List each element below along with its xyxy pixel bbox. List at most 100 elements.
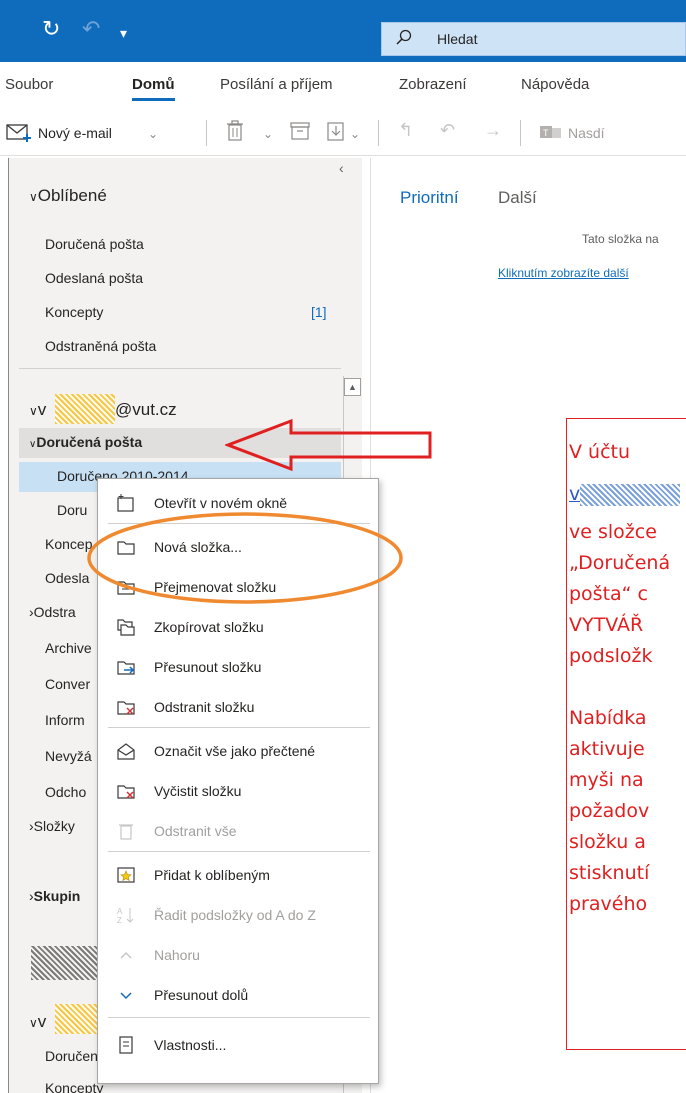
menu-delete-all[interactable]: Odstranit vše [98, 813, 378, 849]
new-email-icon[interactable] [6, 122, 32, 142]
account-inbox-folder[interactable]: ∨Doručená pošta [29, 434, 142, 450]
menu-separator [108, 1017, 370, 1018]
annotation-line: VYTVÁŘ [569, 614, 644, 636]
folder-archive[interactable]: Archive [45, 640, 92, 656]
chevron-down-icon: ∨ [29, 404, 38, 418]
folder-sent[interactable]: Odesla [45, 570, 89, 586]
annotation-note: V účtu v ve složce „Doručená pošta“ c VY… [566, 418, 686, 1050]
share-teams-button[interactable]: Nasdí [568, 125, 605, 141]
tab-focused[interactable]: Prioritní [400, 188, 459, 208]
teams-share-icon[interactable]: T [540, 122, 562, 142]
folder-conversation[interactable]: Conver [45, 676, 90, 692]
account2-drafts[interactable]: Koncepty [45, 1080, 103, 1093]
menu-mark-all-read[interactable]: Označit vše jako přečtené [98, 733, 378, 769]
folder-info-text: Tato složka na [582, 232, 659, 246]
annotation-line: „Doručená [569, 552, 671, 574]
menu-move-down[interactable]: Přesunout dolů [98, 977, 378, 1013]
favorite-drafts[interactable]: Koncepty [45, 304, 103, 320]
move-dropdown-icon[interactable]: ⌄ [350, 124, 360, 144]
delete-folder-icon [117, 701, 135, 715]
folder-info[interactable]: Inform [45, 712, 85, 728]
reply-icon[interactable]: ↰ [398, 120, 413, 140]
annotation-line: složku a [569, 831, 646, 853]
redacted-account-mask [31, 946, 101, 980]
title-bar: ↻ ↶ ▾ Hledat [0, 0, 686, 62]
folder-deleted[interactable]: ›Odstra [29, 604, 76, 620]
delete-icon[interactable] [226, 120, 244, 142]
search-placeholder: Hledat [437, 31, 478, 47]
tab-posilani[interactable]: Posílání a příjem [220, 76, 333, 93]
annotation-line: stisknutí [569, 862, 650, 884]
menu-clean-folder[interactable]: Vyčistit složku [98, 773, 378, 809]
delete-dropdown-icon[interactable]: ⌄ [263, 124, 273, 144]
undo-icon[interactable]: ↶ [82, 18, 100, 40]
archive-icon[interactable] [290, 122, 310, 140]
add-favorite-icon [117, 867, 135, 883]
chevron-down-icon: ∨ [29, 1016, 38, 1030]
favorite-sent[interactable]: Odeslaná pošta [45, 270, 143, 286]
search-icon [396, 29, 412, 45]
forward-icon[interactable]: → [484, 120, 502, 140]
move-down-icon [120, 992, 132, 1000]
quick-access-dropdown-icon[interactable]: ▾ [120, 22, 127, 44]
section-divider [19, 368, 341, 369]
annotation-line: požadov [569, 800, 650, 822]
sync-icon[interactable]: ↻ [42, 18, 60, 40]
menu-separator [108, 851, 370, 852]
account2-header[interactable]: ∨v [29, 1012, 46, 1032]
favorites-header[interactable]: ∨Oblíbené [29, 186, 107, 206]
tab-domu[interactable]: Domů [132, 76, 175, 101]
tab-other[interactable]: Další [498, 188, 537, 208]
favorite-inbox[interactable]: Doručená pošta [45, 236, 144, 252]
move-up-icon [120, 951, 132, 959]
favorite-deleted[interactable]: Odstraněná pošta [45, 338, 156, 354]
chevron-down-icon: ∨ [29, 190, 38, 204]
search-box[interactable]: Hledat [381, 22, 686, 56]
toolbar-separator [206, 120, 207, 146]
menu-properties[interactable]: Vlastnosti... [98, 1027, 378, 1063]
tab-napoveda[interactable]: Nápověda [521, 76, 589, 93]
reply-all-icon[interactable]: ↶ [440, 120, 455, 140]
tab-soubor[interactable]: Soubor [5, 76, 53, 93]
collapse-pane-icon[interactable]: ‹ [339, 160, 344, 176]
menu-sort-subfolders[interactable]: AZ Řadit podsložky od A do Z [98, 897, 378, 933]
subfolder-doru[interactable]: Doru [57, 502, 87, 518]
sort-az-icon: AZ [117, 907, 134, 925]
annotation-line: ve složce [569, 521, 657, 543]
menu-separator [108, 727, 370, 728]
svg-text:T: T [543, 128, 549, 138]
new-email-button[interactable]: Nový e-mail [38, 125, 112, 141]
folder-search-folders[interactable]: ›Složky [29, 818, 75, 834]
annotation-line: myši na [569, 769, 644, 791]
copy-folder-icon [117, 619, 135, 636]
account-header[interactable]: ∨v [29, 400, 46, 420]
move-icon[interactable] [326, 120, 348, 142]
svg-text:A: A [117, 907, 123, 916]
redacted-email-mask [55, 1004, 97, 1034]
ribbon-toolbar: Nový e-mail ⌄ ⌄ ⌄ ↰ ↶ → T Nasdí [0, 108, 686, 156]
annotation-email-link: v [569, 483, 681, 506]
menu-copy-folder[interactable]: Zkopírovat složku [98, 609, 378, 645]
annotation-line: Nabídka [569, 707, 647, 729]
scroll-up-icon[interactable]: ▲ [344, 378, 361, 396]
menu-move-up[interactable]: Nahoru [98, 937, 378, 973]
folder-junk[interactable]: Nevyžá [45, 748, 92, 764]
folder-outbox[interactable]: Odcho [45, 784, 86, 800]
mark-read-icon [117, 743, 135, 760]
clean-folder-icon [117, 785, 135, 799]
show-more-link[interactable]: Kliknutím zobrazíte další [498, 266, 629, 280]
menu-move-folder[interactable]: Přesunout složku [98, 649, 378, 685]
toolbar-separator [520, 120, 521, 146]
annotation-line: V účtu [569, 441, 631, 463]
menu-delete-folder[interactable]: Odstranit složku [98, 689, 378, 725]
account-domain: @vut.cz [115, 400, 177, 419]
drafts-count-badge: [1] [311, 304, 327, 320]
annotation-arrow [225, 418, 432, 472]
svg-text:Z: Z [117, 916, 122, 925]
tab-zobrazeni[interactable]: Zobrazení [399, 76, 467, 93]
groups-header[interactable]: ›Skupin [29, 888, 80, 904]
annotation-line: pošta“ c [569, 583, 649, 605]
menu-add-favorite[interactable]: Přidat k oblíbeným [98, 857, 378, 893]
move-folder-icon [117, 661, 135, 675]
new-email-dropdown-icon[interactable]: ⌄ [148, 124, 158, 144]
